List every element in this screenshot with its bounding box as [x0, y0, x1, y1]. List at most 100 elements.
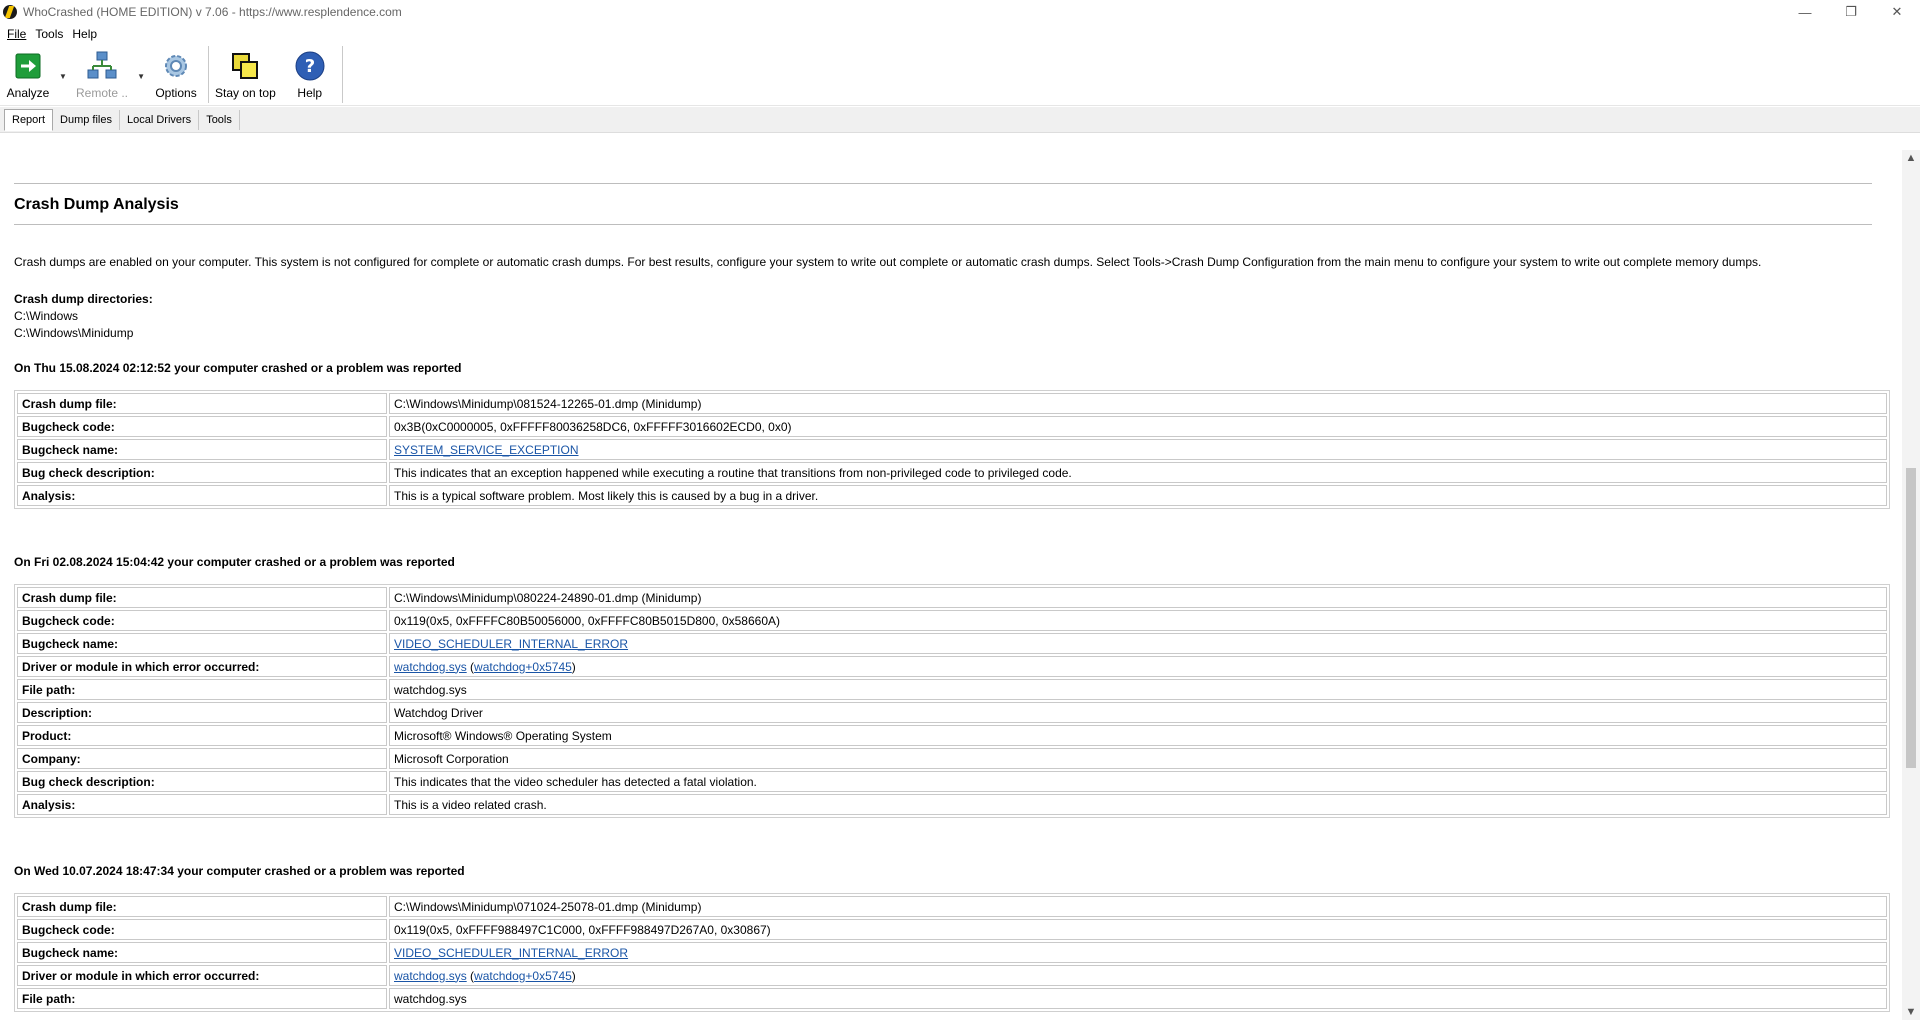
- analyze-dropdown-icon[interactable]: ▼: [56, 46, 70, 103]
- bugcheck-name-link[interactable]: VIDEO_SCHEDULER_INTERNAL_ERROR: [394, 637, 628, 651]
- stay-on-top-label: Stay on top: [215, 86, 276, 100]
- row-key: Bugcheck code:: [17, 610, 387, 631]
- table-row: File path: watchdog.sys: [17, 988, 1887, 1009]
- options-label: Options: [155, 86, 197, 100]
- menu-bar: File Tools Help: [0, 24, 1920, 44]
- remote-dropdown-icon[interactable]: ▼: [134, 46, 148, 103]
- tab-tools[interactable]: Tools: [199, 109, 240, 130]
- scroll-down-icon[interactable]: ▼: [1902, 1004, 1920, 1020]
- row-key: Bugcheck code:: [17, 416, 387, 437]
- table-row: Crash dump file: C:\Windows\Minidump\0815…: [17, 393, 1887, 414]
- table-row: Description: Watchdog Driver: [17, 702, 1887, 723]
- driver-link[interactable]: watchdog.sys: [394, 660, 467, 674]
- table-row: File path: watchdog.sys: [17, 679, 1887, 700]
- scrollbar-thumb[interactable]: [1906, 468, 1916, 768]
- bugcheck-name-link[interactable]: VIDEO_SCHEDULER_INTERNAL_ERROR: [394, 946, 628, 960]
- row-value: 0x3B(0xC0000005, 0xFFFFF80036258DC6, 0xF…: [389, 416, 1887, 437]
- crash-dump-directories: Crash dump directories: C:\Windows C:\Wi…: [14, 291, 1886, 342]
- row-value: Microsoft Corporation: [389, 748, 1887, 769]
- table-row: Crash dump file: C:\Windows\Minidump\0710…: [17, 896, 1887, 917]
- crash-table: Crash dump file: C:\Windows\Minidump\0802…: [14, 584, 1890, 818]
- row-value: watchdog.sys (watchdog+0x5745): [389, 965, 1887, 986]
- row-key: Crash dump file:: [17, 587, 387, 608]
- crash-table: Crash dump file: C:\Windows\Minidump\0815…: [14, 390, 1890, 509]
- row-value: This is a video related crash.: [389, 794, 1887, 815]
- crash-heading: On Thu 15.08.2024 02:12:52 your computer…: [14, 361, 462, 375]
- title-bar: WhoCrashed (HOME EDITION) v 7.06 - https…: [0, 0, 1920, 24]
- restore-icon[interactable]: ❐: [1828, 0, 1874, 24]
- table-row: Bug check description: This indicates tha…: [17, 462, 1887, 483]
- table-row: Bugcheck name: VIDEO_SCHEDULER_INTERNAL_E…: [17, 633, 1887, 654]
- table-row: Bugcheck code: 0x3B(0xC0000005, 0xFFFFF80…: [17, 416, 1887, 437]
- table-row: Driver or module in which error occurred…: [17, 965, 1887, 986]
- dir-entry: C:\Windows: [14, 309, 79, 323]
- remote-button[interactable]: Remote ..: [70, 46, 134, 103]
- row-key: Driver or module in which error occurred…: [17, 656, 387, 677]
- window-title: WhoCrashed (HOME EDITION) v 7.06 - https…: [23, 5, 402, 19]
- toolbar-group-main: Analyze ▼ Remote .. ▼ Options: [0, 46, 210, 103]
- bugcheck-name-link[interactable]: SYSTEM_SERVICE_EXCEPTION: [394, 443, 579, 457]
- row-key: Crash dump file:: [17, 896, 387, 917]
- table-row: Driver or module in which error occurred…: [17, 656, 1887, 677]
- row-key: Bugcheck name:: [17, 439, 387, 460]
- driver-link[interactable]: watchdog.sys: [394, 969, 467, 983]
- driver-offset-link[interactable]: watchdog+0x5745: [474, 969, 572, 983]
- row-value: watchdog.sys: [389, 679, 1887, 700]
- crash-heading: On Wed 10.07.2024 18:47:34 your computer…: [14, 864, 465, 878]
- menu-help[interactable]: Help: [72, 27, 97, 41]
- row-value: C:\Windows\Minidump\080224-24890-01.dmp …: [389, 587, 1887, 608]
- row-value: Microsoft® Windows® Operating System: [389, 725, 1887, 746]
- window-controls: — ❐ ✕: [1782, 0, 1920, 24]
- row-value: Watchdog Driver: [389, 702, 1887, 723]
- help-button[interactable]: ? Help: [282, 46, 338, 103]
- divider-top: [14, 183, 1872, 184]
- row-value: This is a typical software problem. Most…: [389, 485, 1887, 506]
- row-value: 0x119(0x5, 0xFFFFC80B50056000, 0xFFFFC80…: [389, 610, 1887, 631]
- table-row: Bugcheck code: 0x119(0x5, 0xFFFFC80B50056…: [17, 610, 1887, 631]
- table-row: Product: Microsoft® Windows® Operating Sy…: [17, 725, 1887, 746]
- row-key: Description:: [17, 702, 387, 723]
- toolbar: Analyze ▼ Remote .. ▼ Options Stay on to…: [0, 44, 1920, 106]
- analyze-button[interactable]: Analyze: [0, 46, 56, 103]
- row-value: VIDEO_SCHEDULER_INTERNAL_ERROR: [389, 633, 1887, 654]
- row-key: Bugcheck name:: [17, 942, 387, 963]
- row-key: Bug check description:: [17, 771, 387, 792]
- stay-on-top-icon: [229, 50, 261, 82]
- row-key: Driver or module in which error occurred…: [17, 965, 387, 986]
- crash-table: Crash dump file: C:\Windows\Minidump\0710…: [14, 893, 1890, 1012]
- row-value: 0x119(0x5, 0xFFFF988497C1C000, 0xFFFF988…: [389, 919, 1887, 940]
- row-key: Bug check description:: [17, 462, 387, 483]
- tab-report[interactable]: Report: [4, 108, 54, 131]
- minimize-icon[interactable]: —: [1782, 0, 1828, 24]
- row-value: This indicates that an exception happene…: [389, 462, 1887, 483]
- table-row: Analysis: This is a video related crash.: [17, 794, 1887, 815]
- row-key: Bugcheck name:: [17, 633, 387, 654]
- menu-tools[interactable]: Tools: [35, 27, 63, 41]
- scroll-up-icon[interactable]: ▲: [1902, 150, 1920, 166]
- row-value: C:\Windows\Minidump\071024-25078-01.dmp …: [389, 896, 1887, 917]
- options-button[interactable]: Options: [148, 46, 204, 103]
- report-view[interactable]: Crash Dump Analysis Crash dumps are enab…: [0, 134, 1900, 1020]
- row-value: watchdog.sys (watchdog+0x5745): [389, 656, 1887, 677]
- tab-dump-files[interactable]: Dump files: [53, 109, 120, 130]
- stay-on-top-button[interactable]: Stay on top: [209, 46, 282, 103]
- tab-local-drivers[interactable]: Local Drivers: [120, 109, 200, 130]
- gear-icon: [160, 50, 192, 82]
- row-key: Company:: [17, 748, 387, 769]
- analyze-label: Analyze: [6, 86, 50, 100]
- whocrashed-logo-icon: [3, 5, 17, 19]
- table-row: Bugcheck name: SYSTEM_SERVICE_EXCEPTION: [17, 439, 1887, 460]
- toolbar-group-extra: Stay on top ? Help: [209, 46, 343, 103]
- vertical-scrollbar[interactable]: ▲ ▼: [1902, 150, 1920, 1020]
- menu-file[interactable]: File: [7, 27, 26, 41]
- page-title: Crash Dump Analysis: [14, 196, 179, 213]
- row-key: Analysis:: [17, 794, 387, 815]
- row-key: File path:: [17, 988, 387, 1009]
- close-icon[interactable]: ✕: [1874, 0, 1920, 24]
- intro-text: Crash dumps are enabled on your computer…: [14, 255, 1762, 269]
- table-row: Company: Microsoft Corporation: [17, 748, 1887, 769]
- row-value: C:\Windows\Minidump\081524-12265-01.dmp …: [389, 393, 1887, 414]
- driver-offset-link[interactable]: watchdog+0x5745: [474, 660, 572, 674]
- row-key: Crash dump file:: [17, 393, 387, 414]
